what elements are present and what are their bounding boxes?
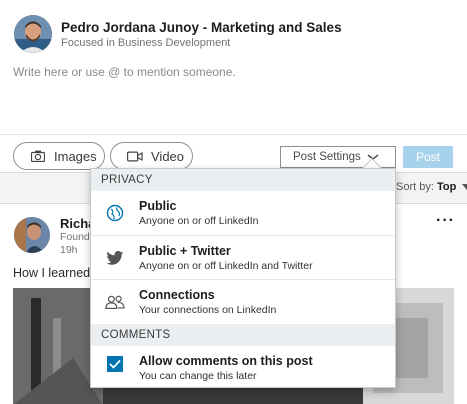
privacy-option-public-twitter[interactable]: Public + Twitter Anyone on or off Linked… (91, 235, 395, 279)
images-button[interactable]: Images (13, 142, 105, 170)
twitter-icon (105, 248, 125, 268)
option-subtitle: Anyone on or off LinkedIn (139, 215, 259, 227)
post-settings-label: Post Settings (293, 151, 361, 163)
video-button[interactable]: Video (110, 142, 193, 170)
caret-down-icon (462, 184, 467, 191)
video-camera-icon (127, 149, 143, 163)
option-subtitle: Your connections on LinkedIn (139, 304, 277, 316)
option-title: Public (139, 199, 177, 213)
allow-comments-checkbox[interactable] (107, 356, 123, 372)
option-title: Connections (139, 288, 215, 302)
post-composer: Pedro Jordana Junoy - Marketing and Sale… (0, 0, 467, 173)
option-title: Allow comments on this post (139, 354, 313, 368)
author-headline: Focused in Business Development (61, 37, 231, 49)
comments-section-header: COMMENTS (91, 324, 395, 346)
more-options-icon[interactable]: ··· (436, 212, 455, 230)
post-text-input[interactable] (13, 63, 453, 81)
option-subtitle: You can change this later (139, 370, 257, 382)
video-label: Video (151, 148, 185, 164)
sort-prefix: Sort by: (396, 181, 434, 193)
option-subtitle: Anyone on or off LinkedIn and Twitter (139, 260, 313, 272)
composer-divider (0, 134, 467, 135)
author-avatar (14, 15, 52, 53)
feed-post-text: How I learned t (13, 266, 98, 280)
camera-icon (30, 149, 46, 163)
option-title: Public + Twitter (139, 244, 231, 258)
privacy-option-public[interactable]: Public Anyone on or off LinkedIn (91, 191, 395, 235)
images-label: Images (54, 148, 97, 164)
privacy-section-header: PRIVACY (91, 169, 395, 191)
feed-author-avatar[interactable] (14, 217, 50, 253)
post-button[interactable]: Post (403, 146, 453, 168)
allow-comments-option[interactable]: Allow comments on this post You can chan… (91, 346, 395, 390)
post-settings-menu: PRIVACY Public Anyone on or off LinkedIn… (90, 168, 396, 388)
privacy-option-connections[interactable]: Connections Your connections on LinkedIn (91, 279, 395, 323)
globe-icon (105, 203, 125, 223)
feed-author-headline: Found (60, 231, 90, 243)
author-name[interactable]: Pedro Jordana Junoy - Marketing and Sale… (61, 20, 342, 35)
connections-icon (105, 292, 125, 312)
sort-value: Top (436, 181, 457, 193)
feed-sort[interactable]: Sort by: Top (396, 181, 467, 193)
feed-timestamp: 19h (60, 244, 78, 256)
